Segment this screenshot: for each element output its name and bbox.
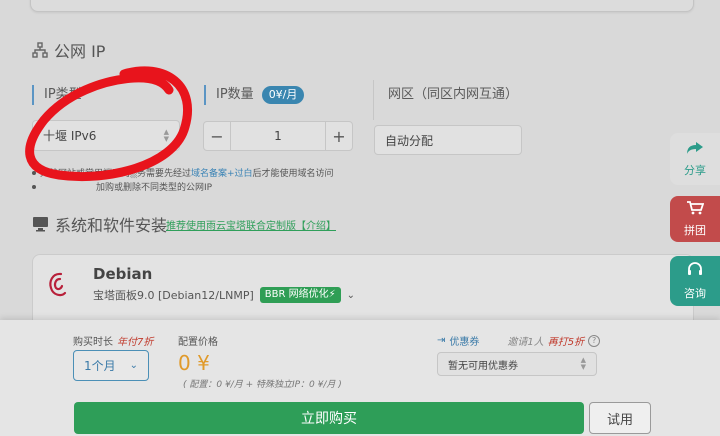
buy-now-button[interactable]: 立即购买 [74, 402, 584, 434]
help-icon[interactable]: ? [588, 334, 601, 347]
whitelist-link[interactable]: 过白 [235, 169, 253, 179]
consult-tab[interactable]: 咨询 [670, 256, 720, 306]
monitor-icon [32, 216, 49, 232]
zone-divider [373, 80, 374, 120]
bbr-badge: BBR 网络优化⚡ [259, 287, 341, 303]
trial-button[interactable]: 试用 [589, 402, 651, 434]
network-icon [32, 42, 48, 58]
red-annotation-circle [25, 66, 193, 182]
coupon-value: 暂无可用优惠券 [448, 360, 518, 372]
duration-value: 1个月 [84, 359, 116, 373]
price-breakdown: ( 配置：0 ¥/月 + 特殊独立IP：0 ¥/月 ) [183, 380, 342, 390]
zone-label: 网区（同区内网互通） [388, 87, 519, 102]
public-ip-title: 公网 IP [54, 42, 106, 61]
chevron-down-icon[interactable]: ⌄ [347, 290, 355, 301]
config-price-label: 配置价格 [178, 337, 218, 348]
plus-button[interactable]: + [326, 122, 352, 150]
system-title: 系统和软件安装 [55, 216, 168, 235]
group-buy-label: 拼团 [684, 223, 706, 237]
coupon-icon: ⇥ [437, 335, 446, 346]
zone-select[interactable]: 自动分配 [374, 125, 522, 155]
ip-price-badge: 0¥/月 [261, 86, 305, 104]
public-ip-heading: 公网 IP [32, 38, 105, 62]
cart-icon [686, 200, 705, 218]
coupon-label[interactable]: 优惠券 [449, 333, 479, 348]
invite-text: 邀请1人 [507, 337, 544, 348]
updown-caret-icon: ▲ ▼ [580, 356, 586, 371]
total-price: 0 ¥ [178, 351, 210, 375]
zone-value: 自动分配 [385, 133, 434, 148]
share-icon [686, 141, 704, 158]
bt-panel-promo-link[interactable]: 推荐使用雨云宝塔联合定制版【介绍】 [166, 217, 336, 232]
share-tab[interactable]: 分享 [670, 133, 720, 185]
os-detail: 宝塔面板9.0 [Debian12/LNMP] [93, 289, 254, 302]
annual-discount-label: 年付7折 [117, 337, 154, 348]
chevron-down-icon: ⌄ [129, 360, 138, 371]
duration-select[interactable]: 1个月 ⌄ [73, 350, 149, 381]
ip-count-stepper: − 1 + [203, 121, 353, 151]
consult-label: 咨询 [684, 286, 706, 300]
system-heading: 系统和软件安装 [32, 212, 167, 236]
duration-label: 购买时长 [73, 337, 113, 348]
group-buy-tab[interactable]: 拼团 [670, 196, 720, 242]
debian-logo-icon [49, 272, 67, 297]
headset-icon [686, 261, 704, 281]
ip-count-input[interactable]: 1 [230, 122, 326, 150]
os-name: Debian [93, 265, 153, 283]
coupon-select[interactable]: 暂无可用优惠券 ▲ ▼ [437, 352, 597, 376]
share-label: 分享 [684, 163, 706, 177]
invite-promo: 再打5折 [547, 337, 585, 348]
top-card-remnant [30, 0, 694, 12]
